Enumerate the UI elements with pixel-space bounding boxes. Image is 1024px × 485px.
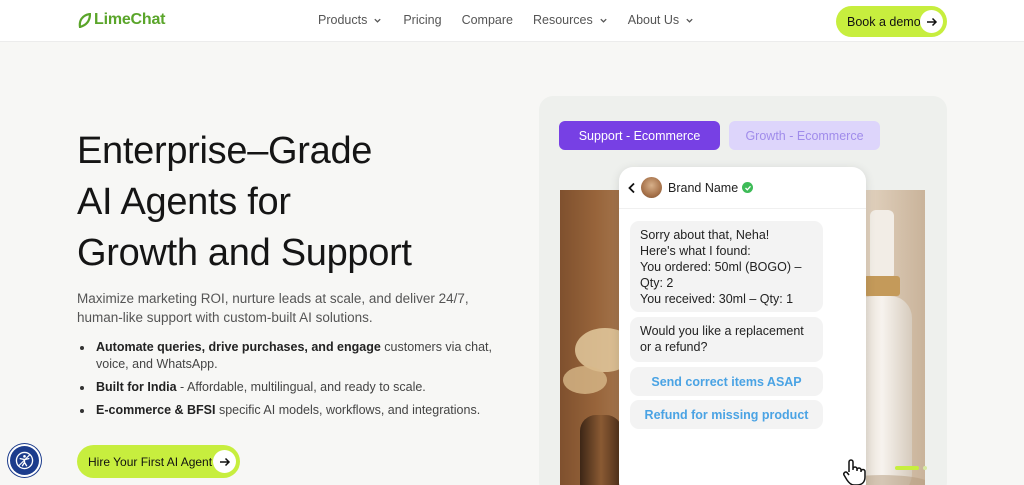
book-demo-button[interactable]: Book a demo [836,6,947,37]
nav-resources-label: Resources [532,13,593,27]
hire-agent-label: Hire Your First AI Agent [88,454,213,469]
logo[interactable]: LimeChat [78,11,166,29]
site-header: LimeChat Products Pricing Compare Resour… [0,0,1024,42]
hire-agent-button[interactable]: Hire Your First AI Agent [77,445,240,478]
hero-subtitle: Maximize marketing ROI, nurture leads at… [77,291,469,325]
carousel-dot[interactable] [923,466,927,470]
arrow-right-icon [920,10,943,33]
chevron-left-icon[interactable] [627,182,637,194]
accessibility-button[interactable] [10,446,39,475]
nav-pricing-label: Pricing [403,13,442,27]
hero-title-line-2: AI Agents for [77,181,291,223]
arrow-right-icon [213,450,236,473]
chevron-down-icon [686,18,693,23]
hero-title-line-1: Enterprise–Grade [77,130,373,172]
chat-header: Brand Name [619,167,866,209]
avatar [641,177,662,198]
message-line: Qty: 2 [640,276,674,290]
book-demo-label: Book a demo [847,14,921,29]
feature-item: Automate queries, drive purchases, and e… [77,339,507,373]
nav-products-label: Products [318,13,368,27]
message-line: Sorry about that, Neha! [640,228,770,242]
message-line: or a refund? [640,340,708,354]
nav-resources[interactable]: Resources [533,13,608,27]
hand-pointer-icon [843,459,866,485]
message-line: You ordered: 50ml (BOGO) – [640,260,802,274]
nav-products[interactable]: Products [318,13,382,27]
hero-title-line-3: Growth and Support [77,232,412,274]
hero-title: Enterprise–Grade AI Agents for Growth an… [77,126,412,279]
feature-text: specific AI models, workflows, and integ… [215,403,481,417]
nav-compare-label: Compare [461,13,513,27]
feature-list: Automate queries, drive purchases, and e… [77,339,507,425]
carousel-indicator [895,466,927,470]
quick-reply-refund[interactable]: Refund for missing product [630,400,823,429]
logo-text: LimeChat [94,11,166,28]
carousel-dot-active[interactable] [895,466,919,470]
feature-text: - Affordable, multilingual, and ready to… [176,380,426,394]
chat-demo-card: Support - Ecommerce Growth - Ecommerce B… [539,96,947,485]
tab-support-ecommerce[interactable]: Support - Ecommerce [559,121,720,150]
feature-bold: Automate queries, drive purchases, and e… [96,340,381,354]
message-line: Here's what I found: [640,244,751,258]
main-nav: Products Pricing Compare Resources About… [318,13,694,27]
accessibility-icon [15,451,34,470]
chevron-down-icon [600,18,607,23]
chat-message: Sorry about that, Neha! Here's what I fo… [630,221,823,312]
feature-item: Built for India - Affordable, multilingu… [77,379,507,396]
quick-reply-send-items[interactable]: Send correct items ASAP [630,367,823,396]
feature-item: E-commerce & BFSI specific AI models, wo… [77,402,507,419]
nav-pricing[interactable]: Pricing [403,13,441,27]
verified-check-icon [742,182,754,193]
chat-message: Would you like a replacement or a refund… [630,317,823,362]
chat-brand-name: Brand Name [668,180,739,195]
message-line: You received: 30ml – Qty: 1 [640,292,794,306]
nav-about-us[interactable]: About Us [628,13,694,27]
nav-about-label: About Us [627,13,680,27]
tab-growth-ecommerce[interactable]: Growth - Ecommerce [729,121,880,150]
feature-bold: Built for India [96,380,177,394]
message-line: Would you like a replacement [640,324,804,338]
feature-bold: E-commerce & BFSI [96,403,216,417]
chevron-down-icon [374,18,381,23]
nav-compare[interactable]: Compare [462,13,513,27]
chat-phone-mockup: Brand Name Sorry about that, Neha! Here'… [619,167,866,485]
leaf-logo-icon [78,12,91,28]
